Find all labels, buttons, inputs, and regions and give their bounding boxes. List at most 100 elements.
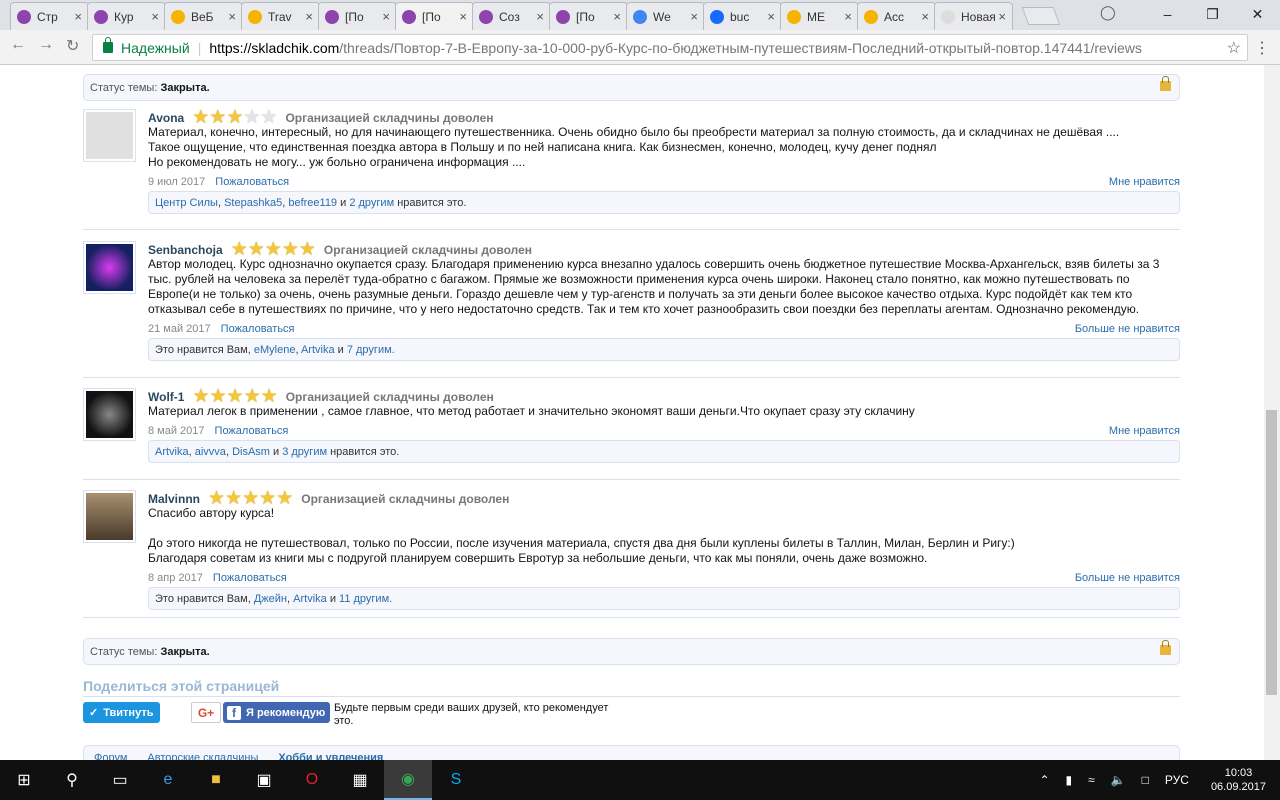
username-link[interactable]: Malvinnn	[148, 492, 200, 506]
reload-icon[interactable]: ↻	[66, 36, 79, 56]
tab-close-icon[interactable]: ×	[844, 9, 852, 24]
url-field[interactable]: Надежный | https://skladchik.com/threads…	[92, 34, 1248, 61]
avatar[interactable]	[83, 388, 136, 441]
wifi-icon[interactable]: ≈	[1088, 773, 1095, 787]
favicon-icon	[171, 9, 185, 24]
google-plus-button[interactable]: G+	[191, 702, 221, 723]
tab-close-icon[interactable]: ×	[151, 9, 159, 24]
browser-tab[interactable]: Кур ×	[87, 2, 166, 30]
tab-close-icon[interactable]: ×	[305, 9, 313, 24]
tab-close-icon[interactable]: ×	[228, 9, 236, 24]
tab-close-icon[interactable]: ×	[767, 9, 775, 24]
liker-link[interactable]: Artvika	[301, 344, 335, 356]
liker-link[interactable]: Stepashka5	[224, 197, 282, 209]
opera-icon[interactable]: O	[288, 760, 336, 800]
favicon-icon	[864, 9, 878, 24]
username-link[interactable]: Senbanchoja	[148, 243, 223, 257]
tab-close-icon[interactable]: ×	[613, 9, 621, 24]
facebook-recommend-button[interactable]: fЯ рекомендую	[223, 702, 330, 723]
likers-more-link[interactable]: 3 другим	[282, 446, 327, 458]
start-windows-icon[interactable]: ⊞	[0, 760, 48, 800]
browser-tab[interactable]: Trav ×	[241, 2, 320, 30]
tab-close-icon[interactable]: ×	[998, 9, 1006, 24]
tab-close-icon[interactable]: ×	[536, 9, 544, 24]
volume-icon[interactable]: 🔈	[1111, 773, 1126, 787]
browser-tab[interactable]: Coз ×	[472, 2, 551, 30]
profile-icon[interactable]: ◯	[1100, 4, 1118, 22]
liker-link[interactable]: aivvva	[195, 446, 226, 458]
maximize-icon[interactable]: ❐	[1190, 0, 1235, 28]
browser-tab[interactable]: buc ×	[703, 2, 782, 30]
tab-strip: Стр × Кур × ВеБ × Trav × [По × [По × Coз × [По × We × buc ×…	[0, 0, 1280, 30]
calculator-icon[interactable]: ▦	[336, 760, 384, 800]
minimize-icon[interactable]: –	[1145, 0, 1190, 28]
tab-close-icon[interactable]: ×	[459, 9, 467, 24]
new-tab-button[interactable]	[1021, 7, 1061, 25]
liker-link[interactable]: befree119	[288, 197, 337, 209]
edge-icon[interactable]: e	[144, 760, 192, 800]
notification-icon[interactable]: □	[1142, 773, 1149, 787]
browser-tab[interactable]: ME ×	[780, 2, 859, 30]
like-button[interactable]: Мне нравится	[1109, 425, 1180, 437]
liker-link[interactable]: Джейн	[254, 593, 287, 605]
report-link[interactable]: Пожаловаться	[221, 323, 295, 335]
avatar[interactable]	[83, 490, 136, 543]
store-icon[interactable]: ▣	[240, 760, 288, 800]
avatar[interactable]	[83, 241, 136, 294]
browser-tab[interactable]: ВеБ ×	[164, 2, 243, 30]
task-view-icon[interactable]: ▭	[96, 760, 144, 800]
tab-title: [По	[422, 9, 441, 24]
like-button[interactable]: Мне нравится	[1109, 176, 1180, 188]
favicon-icon	[325, 9, 339, 24]
tab-close-icon[interactable]: ×	[382, 9, 390, 24]
tab-title: buc	[730, 9, 750, 24]
report-link[interactable]: Пожаловаться	[215, 176, 289, 188]
liker-link[interactable]: Artvika	[293, 593, 327, 605]
search-icon[interactable]: ⚲	[48, 760, 96, 800]
menu-icon[interactable]: ⋮	[1254, 38, 1270, 58]
scrollbar-thumb[interactable]	[1266, 410, 1277, 695]
browser-tab[interactable]: We ×	[626, 2, 705, 30]
browser-tab[interactable]: Acc ×	[857, 2, 936, 30]
username-link[interactable]: Wolf-1	[148, 390, 184, 404]
liker-link[interactable]: eMylene	[254, 344, 296, 356]
bookmark-star-icon[interactable]: ☆	[1227, 38, 1241, 58]
tab-close-icon[interactable]: ×	[921, 9, 929, 24]
tab-close-icon[interactable]: ×	[74, 9, 82, 24]
like-button[interactable]: Больше не нравится	[1075, 572, 1180, 584]
tab-close-icon[interactable]: ×	[690, 9, 698, 24]
battery-icon[interactable]: ▮	[1066, 773, 1073, 787]
breadcrumb-item[interactable]: Авторские складчины	[147, 752, 258, 760]
browser-tab[interactable]: Новая ×	[934, 2, 1013, 30]
review-item: Malvinnn ★ ★ ★ ★ ★ Организацией складчины дово…	[83, 489, 1180, 618]
browser-tab[interactable]: Стр ×	[10, 2, 89, 30]
skype-icon[interactable]: S	[432, 760, 480, 800]
liker-link[interactable]: Центр Силы	[155, 197, 218, 209]
likers-more-link[interactable]: 2 другим	[349, 197, 394, 209]
breadcrumb-item[interactable]: Форум	[94, 752, 127, 760]
close-icon[interactable]: ✕	[1235, 0, 1280, 28]
report-link[interactable]: Пожаловаться	[213, 572, 287, 584]
avatar[interactable]	[83, 109, 136, 162]
browser-tab[interactable]: [По ×	[318, 2, 397, 30]
breadcrumb-item[interactable]: Хобби и увлечения	[278, 752, 383, 760]
likes-summary: Это нравится Вам, eMylene, Artvika и 7 д…	[148, 338, 1180, 361]
browser-tab[interactable]: [По ×	[549, 2, 628, 30]
browser-tab[interactable]: [По ×	[395, 2, 474, 30]
tab-title: Trav	[268, 9, 292, 24]
like-button[interactable]: Больше не нравится	[1075, 323, 1180, 335]
forward-icon[interactable]: →	[38, 36, 54, 54]
liker-link[interactable]: DisAsm	[232, 446, 270, 458]
likers-more-link[interactable]: 7 другим.	[347, 344, 395, 356]
language-indicator[interactable]: РУС	[1165, 773, 1189, 787]
username-link[interactable]: Avona	[148, 111, 184, 125]
chevron-up-icon[interactable]: ⌃	[1039, 773, 1049, 787]
likers-more-link[interactable]: 11 другим.	[339, 593, 392, 605]
liker-link[interactable]: Artvika	[155, 446, 189, 458]
clock[interactable]: 10:03 06.09.2017	[1211, 766, 1266, 794]
report-link[interactable]: Пожаловаться	[215, 425, 289, 437]
chrome-icon[interactable]: ◉	[384, 760, 432, 800]
back-icon[interactable]: ←	[10, 36, 26, 54]
tweet-button[interactable]: ✓ Твитнуть	[83, 702, 160, 723]
explorer-icon[interactable]: ■	[192, 760, 240, 800]
